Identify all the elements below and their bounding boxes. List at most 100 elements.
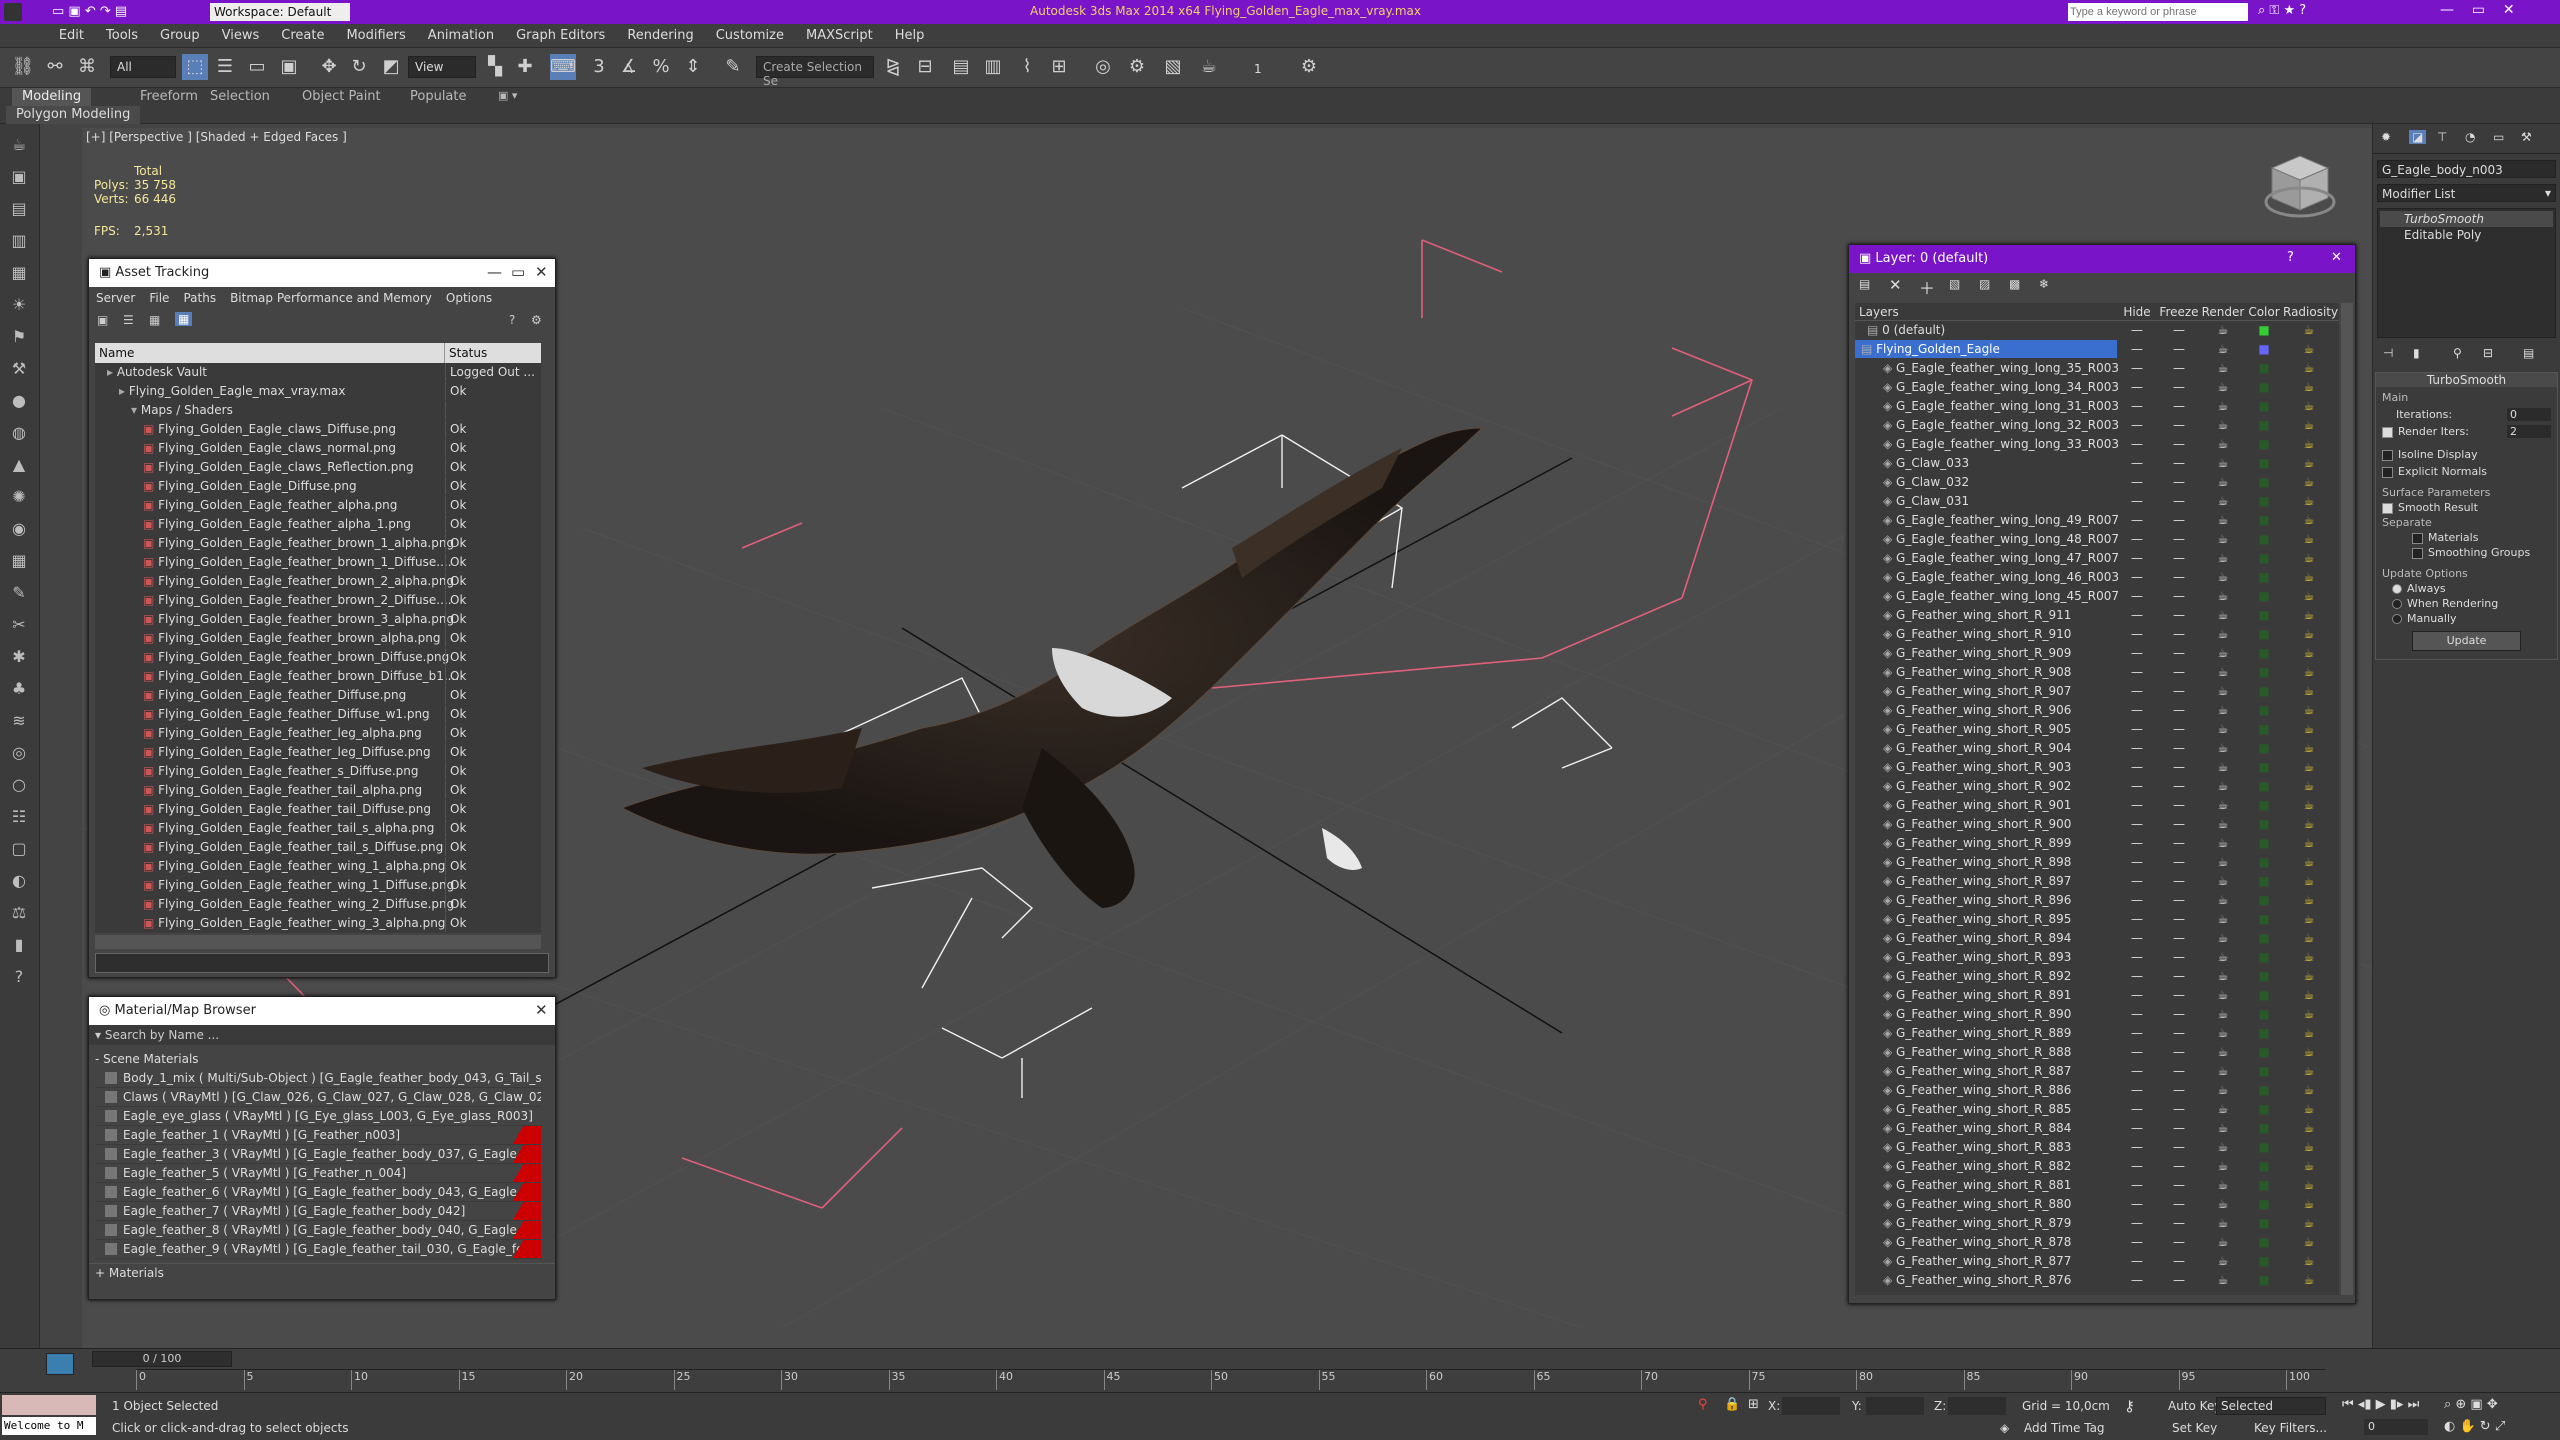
hide-toggle[interactable]: — bbox=[2117, 853, 2157, 871]
menu-server[interactable]: Server bbox=[89, 287, 142, 309]
freeze-all-icon[interactable]: ❄ bbox=[2039, 277, 2049, 291]
freeze-toggle[interactable]: — bbox=[2157, 701, 2201, 719]
render-toggle[interactable]: ☕ bbox=[2201, 1157, 2245, 1175]
color-swatch[interactable]: ■ bbox=[2245, 1214, 2283, 1232]
pivot-icon[interactable]: ▚ bbox=[482, 54, 508, 80]
freeze-toggle[interactable]: — bbox=[2157, 644, 2201, 662]
material-browser-titlebar[interactable]: ◎ Material/Map Browser ✕ bbox=[89, 997, 555, 1025]
configure-sets-icon[interactable]: ▤ bbox=[2523, 346, 2534, 360]
render-toggle[interactable]: ☕ bbox=[2201, 739, 2245, 757]
menu-modifiers[interactable]: Modifiers bbox=[335, 24, 416, 47]
render-toggle[interactable]: ☕ bbox=[2201, 511, 2245, 529]
help-icon[interactable]: ? bbox=[2287, 250, 2294, 265]
layer-row[interactable]: ◈ G_Feather_wing_short_R_893— — ☕ ■ ☕ bbox=[1855, 948, 2339, 967]
asset-row[interactable]: ▸ Autodesk Vault Logged Out ... bbox=[95, 363, 541, 382]
hide-toggle[interactable]: — bbox=[2117, 454, 2157, 472]
freeze-toggle[interactable]: — bbox=[2157, 891, 2201, 909]
asset-row[interactable]: ▣ Flying_Golden_Eagle_feather_brown_Diff… bbox=[95, 667, 541, 686]
new-layer-icon[interactable]: ▤ bbox=[1859, 277, 1870, 291]
hide-toggle[interactable]: — bbox=[2117, 1100, 2157, 1118]
radiosity-icon[interactable]: ☕ bbox=[2283, 606, 2335, 624]
layer-row[interactable]: ◈ G_Feather_wing_short_R_892— — ☕ ■ ☕ bbox=[1855, 967, 2339, 986]
render-toggle[interactable]: ☕ bbox=[2201, 682, 2245, 700]
freeze-toggle[interactable]: — bbox=[2157, 796, 2201, 814]
hide-toggle[interactable]: — bbox=[2117, 1271, 2157, 1289]
layer-scrollbar[interactable] bbox=[2341, 303, 2353, 1295]
maxscript-listener[interactable] bbox=[2, 1395, 96, 1415]
light-icon[interactable]: ☀ bbox=[8, 294, 30, 316]
asset-row[interactable]: ▣ Flying_Golden_Eagle_feather_tail_s_alp… bbox=[95, 819, 541, 838]
hide-toggle[interactable]: — bbox=[2117, 739, 2157, 757]
render-toggle[interactable]: ☕ bbox=[2201, 1271, 2245, 1289]
col-status[interactable]: Status bbox=[445, 343, 541, 363]
auto-key-button[interactable]: Auto Key bbox=[2168, 1399, 2221, 1413]
asset-row[interactable]: ▾ Maps / Shaders bbox=[95, 401, 541, 420]
freeze-toggle[interactable]: — bbox=[2157, 454, 2201, 472]
layer-row[interactable]: ◈ G_Eagle_feather_wing_long_32_R003— — ☕ ■ ☕ bbox=[1855, 416, 2339, 435]
asset-row[interactable]: ▣ Flying_Golden_Eagle_feather_alpha.png O… bbox=[95, 496, 541, 515]
asset-row[interactable]: ▣ Flying_Golden_Eagle_claws_normal.png Ok bbox=[95, 439, 541, 458]
layer-row[interactable]: ◈ G_Feather_wing_short_R_882— — ☕ ■ ☕ bbox=[1855, 1157, 2339, 1176]
freeze-toggle[interactable]: — bbox=[2157, 986, 2201, 1004]
layer-row[interactable]: ◈ G_Feather_wing_short_R_880— — ☕ ■ ☕ bbox=[1855, 1195, 2339, 1214]
asset-row[interactable]: ▣ Flying_Golden_Eagle_feather_s_Diffuse.… bbox=[95, 762, 541, 781]
align-icon[interactable]: ⊟ bbox=[912, 54, 938, 80]
layer-titlebar[interactable]: ▣ Layer: 0 (default) ? ✕ bbox=[1849, 245, 2355, 273]
render-toggle[interactable]: ☕ bbox=[2201, 397, 2245, 415]
set-key-button[interactable]: Set Key bbox=[2172, 1421, 2217, 1435]
freeze-toggle[interactable]: — bbox=[2157, 549, 2201, 567]
hide-toggle[interactable]: — bbox=[2117, 1157, 2157, 1175]
create-tab-icon[interactable]: ✹ bbox=[2381, 130, 2391, 144]
freeze-toggle[interactable]: — bbox=[2157, 1119, 2201, 1137]
close-icon[interactable]: ✕ bbox=[535, 1001, 548, 1019]
modifier-list-dropdown[interactable]: Modifier List ▾ bbox=[2377, 184, 2556, 202]
app-icon[interactable] bbox=[4, 3, 22, 21]
horizontal-scrollbar[interactable] bbox=[95, 935, 541, 949]
col-hide[interactable]: Hide bbox=[2117, 303, 2157, 320]
render-toggle[interactable]: ☕ bbox=[2201, 720, 2245, 738]
layer-row[interactable]: ◈ G_Feather_wing_short_R_889— — ☕ ■ ☕ bbox=[1855, 1024, 2339, 1043]
materials-checkbox[interactable] bbox=[2412, 532, 2423, 544]
freeze-toggle[interactable]: — bbox=[2157, 1195, 2201, 1213]
hide-toggle[interactable]: — bbox=[2117, 435, 2157, 453]
color-swatch[interactable]: ■ bbox=[2245, 777, 2283, 795]
layer-row[interactable]: ◈ G_Claw_031— — ☕ ■ ☕ bbox=[1855, 492, 2339, 511]
material-row[interactable]: Eagle_feather_6 ( VRayMtl ) [G_Eagle_fea… bbox=[95, 1183, 541, 1202]
render-toggle[interactable]: ☕ bbox=[2201, 834, 2245, 852]
radiosity-icon[interactable]: ☕ bbox=[2283, 910, 2335, 928]
window-controls[interactable]: — ▭ ✕ bbox=[2440, 2, 2515, 18]
freeze-toggle[interactable]: — bbox=[2157, 378, 2201, 396]
freeze-toggle[interactable]: — bbox=[2157, 853, 2201, 871]
hide-all-icon[interactable]: ▩ bbox=[2009, 277, 2020, 291]
plant-icon[interactable]: ♣ bbox=[8, 678, 30, 700]
stack-editable-poly[interactable]: Editable Poly bbox=[2380, 227, 2553, 243]
color-swatch[interactable]: ■ bbox=[2245, 910, 2283, 928]
grid-icon[interactable]: ▦ bbox=[8, 550, 30, 572]
menu-maxscript[interactable]: MAXScript bbox=[795, 24, 884, 47]
render-toggle[interactable]: ☕ bbox=[2201, 340, 2245, 358]
layer-row[interactable]: ◈ G_Feather_wing_short_R_884— — ☕ ■ ☕ bbox=[1855, 1119, 2339, 1138]
helper-icon[interactable]: ⚑ bbox=[8, 326, 30, 348]
material-row[interactable]: Eagle_feather_1 ( VRayMtl ) [G_Feather_n… bbox=[95, 1126, 541, 1145]
cut-icon[interactable]: ✂ bbox=[8, 614, 30, 636]
layer-row[interactable]: ◈ G_Eagle_feather_wing_long_34_R003— — ☕ ■ ☕ bbox=[1855, 378, 2339, 397]
asset-row[interactable]: ▣ Flying_Golden_Eagle_feather_Diffuse_w1… bbox=[95, 705, 541, 724]
render-toggle[interactable]: ☕ bbox=[2201, 549, 2245, 567]
color-swatch[interactable]: ■ bbox=[2245, 587, 2283, 605]
highlight-icon[interactable]: ▨ bbox=[1979, 277, 1990, 291]
hide-toggle[interactable]: — bbox=[2117, 758, 2157, 776]
tab-polygon-modeling[interactable]: Polygon Modeling bbox=[6, 106, 141, 124]
col-color[interactable]: Color bbox=[2245, 303, 2283, 320]
color-swatch[interactable]: ■ bbox=[2245, 1024, 2283, 1042]
z-field[interactable] bbox=[1948, 1397, 2006, 1415]
search-input[interactable] bbox=[2068, 3, 2248, 21]
color-swatch[interactable]: ■ bbox=[2245, 549, 2283, 567]
hide-toggle[interactable]: — bbox=[2117, 625, 2157, 643]
layer-row[interactable]: ◈ G_Feather_wing_short_R_900— — ☕ ■ ☕ bbox=[1855, 815, 2339, 834]
hide-toggle[interactable]: — bbox=[2117, 872, 2157, 890]
color-swatch[interactable]: ■ bbox=[2245, 473, 2283, 491]
edit-named-sel-icon[interactable]: ✎ bbox=[720, 54, 746, 80]
radiosity-icon[interactable]: ☕ bbox=[2283, 986, 2335, 1004]
color-swatch[interactable]: ■ bbox=[2245, 378, 2283, 396]
radiosity-icon[interactable]: ☕ bbox=[2283, 340, 2335, 358]
